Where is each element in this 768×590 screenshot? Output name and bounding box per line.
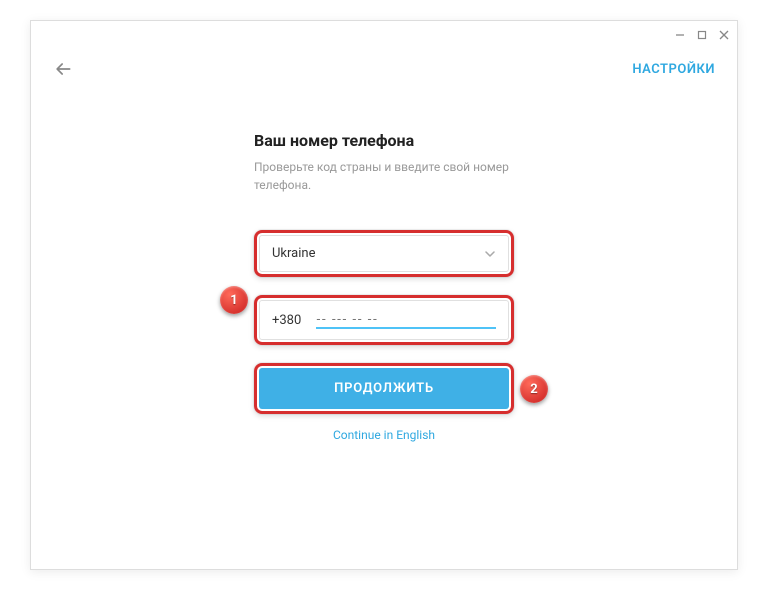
country-field-highlight: Ukraine [254,230,514,277]
annotation-marker-2: 2 [520,375,548,403]
country-select[interactable]: Ukraine [259,235,509,272]
minimize-button[interactable] [673,28,687,42]
dial-code: +380 [272,313,302,328]
continue-button-highlight: ПРОДОЛЖИТЬ [254,363,514,414]
back-button[interactable] [53,59,73,79]
continue-button[interactable]: ПРОДОЛЖИТЬ [259,368,509,409]
arrow-left-icon [53,59,73,79]
top-bar: НАСТРОЙКИ [31,49,737,79]
language-switch-link[interactable]: Continue in English [254,428,514,442]
page-subtitle: Проверьте код страны и введите свой номе… [254,158,514,194]
phone-field-highlight: +380 [254,295,514,345]
close-button[interactable] [717,28,731,42]
phone-input[interactable] [316,311,496,329]
login-form: Ваш номер телефона Проверьте код страны … [254,131,514,442]
app-window: НАСТРОЙКИ Ваш номер телефона Проверьте к… [30,20,738,570]
chevron-down-icon [484,248,496,260]
country-value: Ukraine [272,246,315,261]
phone-row: +380 [259,300,509,340]
page-title: Ваш номер телефона [254,131,514,150]
settings-link[interactable]: НАСТРОЙКИ [632,62,715,77]
maximize-button[interactable] [695,28,709,42]
window-titlebar [31,21,737,49]
annotation-marker-1: 1 [220,286,248,314]
